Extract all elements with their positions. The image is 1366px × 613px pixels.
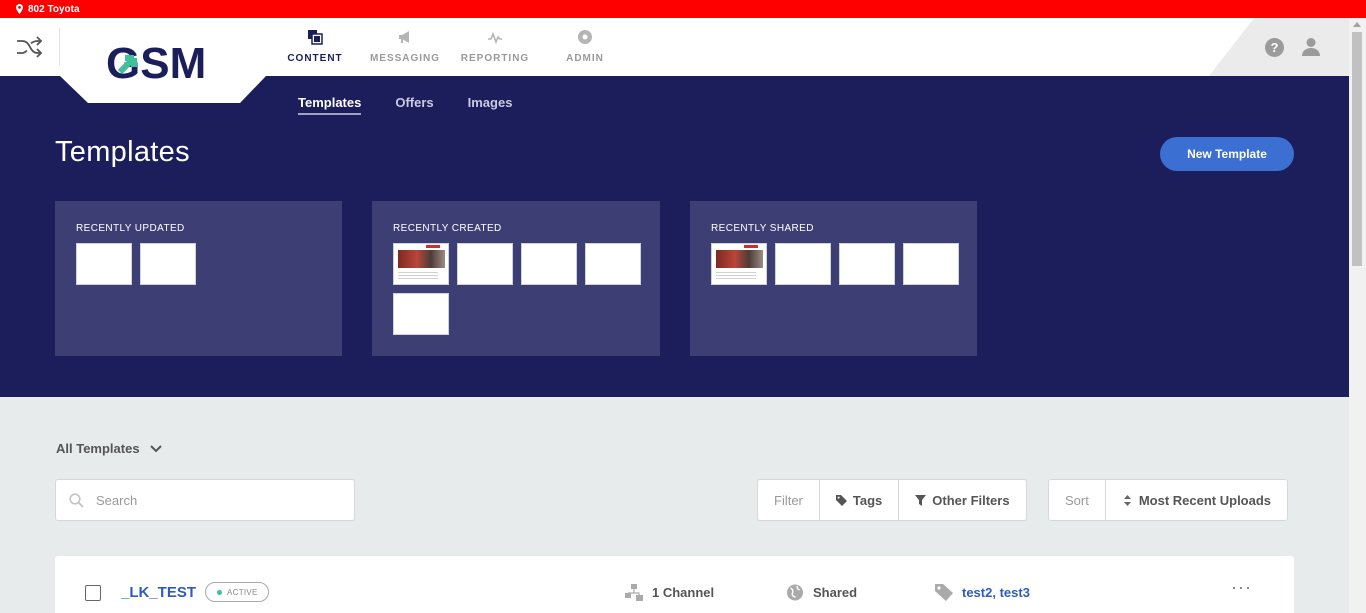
location-name: 802 Toyota [28, 3, 80, 15]
filter-label: Filter [758, 480, 820, 520]
sharing-info: Shared [786, 584, 857, 601]
recently-shared-card: RECENTLY SHARED [690, 201, 977, 356]
nav-label: ADMIN [566, 53, 604, 64]
funnel-icon [915, 494, 927, 506]
thumbnail-list [76, 243, 336, 285]
template-thumbnail[interactable] [393, 243, 449, 285]
search-box [55, 479, 355, 521]
globe-icon [787, 584, 803, 601]
chevron-down-icon [149, 444, 162, 452]
channels-count: 1 Channel [652, 585, 715, 600]
main-nav: CONTENT MESSAGING REPORTING ADMIN [270, 28, 630, 64]
nav-messaging[interactable]: MESSAGING [360, 28, 450, 64]
tag-icon [935, 584, 953, 601]
search-icon [69, 492, 84, 508]
nav-admin[interactable]: ADMIN [540, 28, 630, 64]
nav-label: CONTENT [287, 53, 343, 64]
status-badge: ACTIVE [205, 582, 269, 602]
template-thumbnail[interactable] [393, 293, 449, 335]
logo-text: GSM [106, 39, 206, 88]
template-thumbnail[interactable] [457, 243, 513, 285]
template-thumbnail[interactable] [140, 243, 196, 285]
template-thumbnail[interactable] [521, 243, 577, 285]
filter-label-text: Filter [774, 492, 803, 508]
layers-icon [306, 28, 324, 46]
row-checkbox[interactable] [85, 585, 101, 601]
nav-content[interactable]: CONTENT [270, 28, 360, 64]
search-input[interactable] [96, 492, 336, 508]
scrollbar-thumb[interactable] [1352, 32, 1362, 266]
gear-icon [576, 28, 594, 46]
filter-group: Filter Tags Other Filters [757, 479, 1027, 521]
template-thumbnail[interactable] [775, 243, 831, 285]
card-title: RECENTLY SHARED [711, 223, 814, 234]
template-thumbnail[interactable] [76, 243, 132, 285]
channel-icon [625, 584, 643, 601]
card-title: RECENTLY CREATED [393, 223, 502, 234]
recently-created-card: RECENTLY CREATED [372, 201, 660, 356]
tags-filter-button[interactable]: Tags [820, 480, 900, 520]
pulse-icon [486, 28, 504, 46]
card-title: RECENTLY UPDATED [76, 223, 185, 234]
other-filters-label: Other Filters [932, 492, 1010, 508]
template-thumbnail[interactable] [839, 243, 895, 285]
sort-arrows-icon [1123, 494, 1131, 506]
template-thumbnail[interactable] [711, 243, 767, 285]
help-icon[interactable]: ? [1265, 38, 1284, 57]
more-options-icon[interactable]: ··· [1231, 578, 1252, 596]
tab-templates[interactable]: Templates [298, 95, 362, 115]
page-title: Templates [55, 136, 190, 168]
brand-logo[interactable]: GSM [60, 18, 266, 103]
recently-updated-card: RECENTLY UPDATED [55, 201, 342, 356]
user-icon[interactable] [1302, 37, 1320, 57]
tab-offers[interactable]: Offers [395, 95, 433, 115]
table-row: _LK_TEST ACTIVE 1 Channel Shared test2, … [55, 556, 1294, 613]
sort-label: Sort [1049, 480, 1106, 520]
scroll-up-icon[interactable] [1353, 22, 1361, 27]
sub-nav: Templates Offers Images [298, 95, 512, 115]
shuffle-icon[interactable] [15, 34, 43, 60]
template-thumbnail[interactable] [585, 243, 641, 285]
page-scrollbar[interactable] [1349, 18, 1366, 613]
sort-value: Most Recent Uploads [1138, 492, 1272, 508]
channels-info: 1 Channel [625, 584, 714, 601]
sharing-status: Shared [813, 585, 858, 600]
tags-filter-label: Tags [852, 492, 883, 508]
tags-list[interactable]: test2, test3 [962, 585, 1030, 600]
status-dot-icon [217, 589, 222, 595]
status-text: ACTIVE [227, 587, 258, 597]
location-bar: 802 Toyota [0, 0, 1366, 18]
template-thumbnail[interactable] [903, 243, 959, 285]
nav-label: MESSAGING [369, 53, 441, 64]
sort-label-text: Sort [1065, 492, 1089, 508]
new-template-button[interactable]: New Template [1160, 137, 1294, 171]
tag-icon [835, 494, 847, 506]
nav-reporting[interactable]: REPORTING [450, 28, 540, 64]
thumbnail-list [393, 243, 653, 335]
nav-label: REPORTING [460, 53, 530, 64]
all-templates-dropdown[interactable]: All Templates [56, 441, 162, 456]
map-pin-icon [16, 4, 23, 14]
hero-panel: Templates Offers Images Templates New Te… [0, 76, 1349, 397]
other-filters-button[interactable]: Other Filters [899, 480, 1025, 520]
tab-images[interactable]: Images [468, 95, 513, 115]
dropdown-label: All Templates [56, 441, 140, 456]
tags-info: test2, test3 [935, 584, 1030, 601]
thumbnail-list [711, 243, 971, 285]
megaphone-icon [396, 28, 414, 46]
template-name-link[interactable]: _LK_TEST [121, 584, 196, 601]
sort-group: Sort Most Recent Uploads [1048, 479, 1289, 521]
sort-select[interactable]: Most Recent Uploads [1106, 480, 1287, 520]
